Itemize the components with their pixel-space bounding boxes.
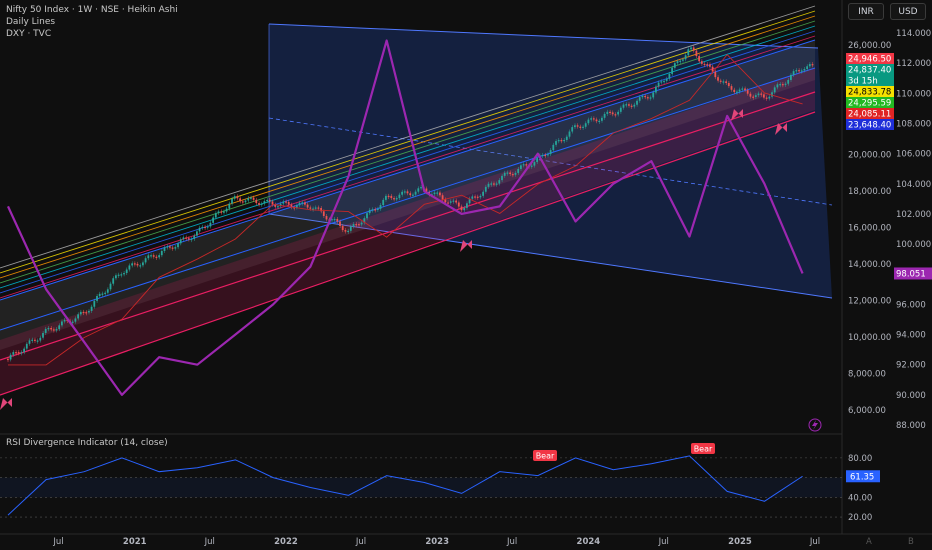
- dxy-tick-0: 114.000: [896, 29, 931, 39]
- time-tick-10: Jul: [809, 537, 820, 547]
- corner-mark-a: A: [866, 537, 872, 547]
- price-label-5: 24,085.11: [848, 110, 891, 120]
- time-tick-8: Jul: [658, 537, 669, 547]
- dxy-label: 98.051: [896, 269, 926, 279]
- price-label-3: 24,833.78: [848, 88, 891, 98]
- dxy-tick-2: 110.000: [896, 89, 931, 99]
- price-label-1: 24,837.40: [848, 66, 891, 76]
- rsi-tick-0: 80.00: [848, 454, 872, 464]
- price-tick-8: 6,000.00: [848, 406, 886, 416]
- dxy-tick-5: 104.000: [896, 180, 931, 190]
- dxy-tick-9: 96.000: [896, 300, 926, 310]
- rsi-tick-3: 20.00: [848, 513, 872, 523]
- bear-label-1: Bear: [694, 445, 713, 454]
- dxy-tick-11: 92.000: [896, 361, 926, 371]
- price-tick-0: 26,000.00: [848, 41, 891, 51]
- dxy-tick-4: 106.000: [896, 150, 931, 160]
- price-tick-7: 8,000.00: [848, 370, 886, 380]
- currency-usd-button[interactable]: USD: [890, 3, 926, 20]
- indicator-daily-lines[interactable]: Daily Lines: [6, 16, 178, 28]
- time-tick-7: 2024: [577, 537, 601, 547]
- rsi-tick-2: 40.00: [848, 493, 872, 503]
- price-label-0: 24,946.50: [848, 55, 891, 65]
- price-tick-5: 12,000.00: [848, 297, 891, 307]
- time-tick-1: 2021: [123, 537, 147, 547]
- currency-inr-button[interactable]: INR: [848, 3, 884, 20]
- time-tick-2: Jul: [204, 537, 215, 547]
- indicator-dxy[interactable]: DXY · TVC: [6, 28, 178, 40]
- price-tick-3: 16,000.00: [848, 224, 891, 234]
- dxy-tick-6: 102.000: [896, 210, 931, 220]
- dxy-tick-12: 90.000: [896, 391, 926, 401]
- price-label-2: 3d 15h: [848, 77, 878, 87]
- symbol-title[interactable]: Nifty 50 Index · 1W · NSE · Heikin Ashi: [6, 4, 178, 16]
- time-tick-3: 2022: [274, 537, 298, 547]
- bear-label-0: Bear: [536, 452, 555, 461]
- dxy-tick-13: 88.000: [896, 421, 926, 431]
- chart-legend: Nifty 50 Index · 1W · NSE · Heikin Ashi …: [6, 4, 178, 40]
- dxy-tick-3: 108.000: [896, 119, 931, 129]
- price-tick-2: 18,000.00: [848, 187, 891, 197]
- price-label-4: 24,295.59: [848, 99, 891, 109]
- time-tick-0: Jul: [52, 537, 63, 547]
- time-tick-4: Jul: [355, 537, 366, 547]
- price-tick-1: 20,000.00: [848, 151, 891, 161]
- time-tick-5: 2023: [425, 537, 449, 547]
- rsi-value-label: 61.35: [850, 472, 874, 482]
- dxy-tick-10: 94.000: [896, 331, 926, 341]
- rsi-panel-title[interactable]: RSI Divergence Indicator (14, close): [6, 438, 168, 448]
- price-label-6: 23,648.40: [848, 121, 891, 131]
- time-tick-9: 2025: [728, 537, 752, 547]
- corner-mark-b: B: [908, 537, 914, 547]
- price-tick-6: 10,000.00: [848, 333, 891, 343]
- dxy-tick-7: 100.000: [896, 240, 931, 250]
- dxy-tick-1: 112.000: [896, 59, 931, 69]
- price-tick-4: 14,000.00: [848, 260, 891, 270]
- chart-canvas[interactable]: Bear Bear 26,000.00 20,000.00 18,000.00 16,00…: [0, 0, 932, 550]
- time-tick-6: Jul: [506, 537, 517, 547]
